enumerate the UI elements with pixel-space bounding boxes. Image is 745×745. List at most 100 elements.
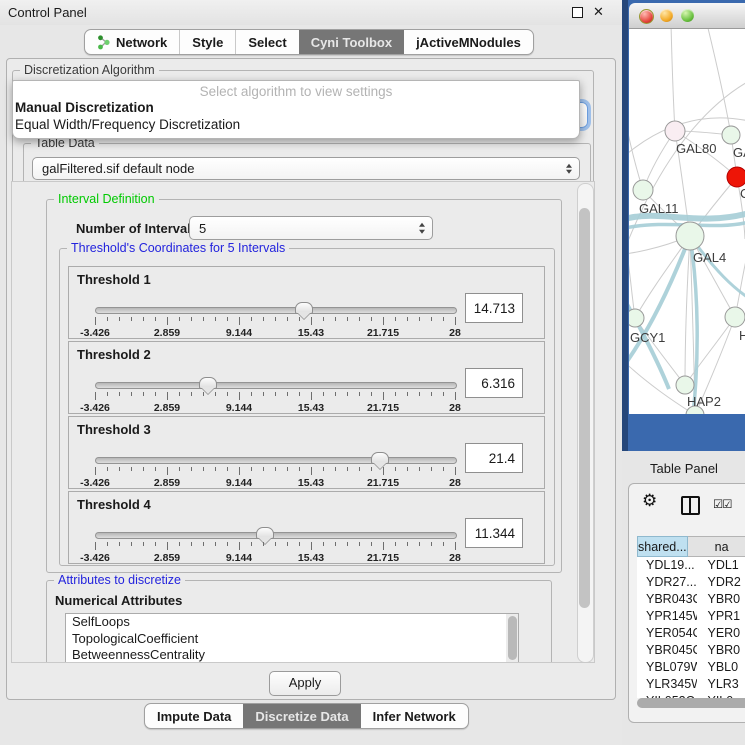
table-row[interactable]: YDR27...YDR2 [637,574,745,591]
split-columns-icon[interactable] [681,496,700,515]
tab-style[interactable]: Style [179,30,235,54]
table-row[interactable]: YDL19...YDL1 [637,557,745,574]
tab-jactivemnodules[interactable]: jActiveMNodules [404,30,533,54]
cell-shared-name[interactable]: YBR043C [637,591,697,608]
threshold-3-value[interactable]: 21.4 [465,443,523,473]
slider-track[interactable] [95,307,457,314]
cell-name[interactable]: YER0 [697,625,745,642]
cell-shared-name[interactable]: YLR345W [637,676,697,693]
number-of-intervals-combobox[interactable]: 5 [189,216,433,240]
cell-shared-name[interactable]: YDR27... [637,574,697,591]
tab-infer-network[interactable]: Infer Network [361,704,468,728]
number-of-intervals-label: Number of Intervals [76,221,198,236]
cell-name[interactable]: YBR0 [697,642,745,659]
network-edge[interactable] [635,236,690,318]
threshold-4-slider[interactable]: -3.4262.8599.14415.4321.71528 [95,528,455,562]
network-edge[interactable] [629,229,635,318]
slider-tick-labels: -3.4262.8599.14415.4321.71528 [95,477,455,489]
network-node-hap2[interactable] [676,376,694,394]
table-row[interactable]: YBR043CYBR0 [637,591,745,608]
cell-shared-name[interactable]: YPR145W [637,608,697,625]
table-row[interactable]: YPR145WYPR1 [637,608,745,625]
list-scrollbar-thumb[interactable] [508,616,517,660]
horizontal-scrollbar-thumb[interactable] [637,698,745,708]
column-header-name[interactable]: na [688,536,745,557]
threshold-4-value[interactable]: 11.344 [465,518,523,548]
network-node-h[interactable] [725,307,745,327]
network-node-gal80[interactable] [665,121,685,141]
cell-name[interactable]: YPR1 [697,608,745,625]
slider-thumb[interactable] [371,452,389,464]
vertical-scrollbar[interactable] [577,183,594,663]
network-window-titlebar[interactable] [629,3,745,29]
tab-select[interactable]: Select [235,30,298,54]
tab-cyni-toolbox[interactable]: Cyni Toolbox [299,30,404,54]
cell-shared-name[interactable]: YDL19... [637,557,697,574]
gear-icon[interactable]: ⚙ [642,491,657,511]
float-window-icon[interactable] [572,7,583,18]
cell-shared-name[interactable]: YBR045C [637,642,697,659]
list-scrollbar[interactable] [506,614,518,663]
panel-title: Control Panel [8,5,87,20]
network-node-c[interactable] [727,167,745,187]
slider-thumb[interactable] [256,527,274,539]
algorithm-option-equal-width[interactable]: Equal Width/Frequency Discretization [13,116,579,133]
control-panel: Control Panel ✕ Network Style Select Cyn… [0,0,622,745]
table-row[interactable]: YER054CYER0 [637,625,745,642]
network-node-gcy1[interactable] [629,309,644,327]
settings-scroll-area: Interval Definition Number of Intervals … [11,181,595,663]
mac-close-button[interactable] [639,9,654,24]
horizontal-scrollbar[interactable] [637,698,745,708]
network-edge[interactable] [629,99,643,190]
attribute-item[interactable]: BetweennessCentrality [66,647,518,663]
slider-thumb[interactable] [199,377,217,389]
network-node-ga[interactable] [722,126,740,144]
algorithm-option-manual[interactable]: Manual Discretization [13,99,579,116]
cell-name[interactable]: YDR2 [697,574,745,591]
cell-shared-name[interactable]: YER054C [637,625,697,642]
network-edge[interactable] [707,29,731,135]
slider-ticks [95,392,455,401]
cell-name[interactable]: YLR3 [697,676,745,693]
attribute-item[interactable]: TopologicalCoefficient [66,631,518,648]
cell-name[interactable]: YBR0 [697,591,745,608]
vertical-scrollbar-thumb[interactable] [579,208,590,608]
network-edge[interactable] [635,318,685,385]
column-header-shared-name[interactable]: shared... [637,536,688,557]
table-data-combobox[interactable]: galFiltered.sif default node [32,157,580,180]
mac-zoom-button[interactable] [681,9,694,22]
network-canvas[interactable]: GAL80GACGAL11GAL4GCY1HHAP2 [629,29,745,414]
threshold-2-slider[interactable]: -3.4262.8599.14415.4321.71528 [95,378,455,412]
slider-track[interactable] [95,382,457,389]
threshold-2-panel: Threshold 2 -3.4262.8599.14415.4321.7152… [68,341,545,414]
network-node-gal11[interactable] [633,180,653,200]
apply-button[interactable]: Apply [269,671,341,696]
table-row[interactable]: YBR045CYBR0 [637,642,745,659]
network-window-frame: GAL80GACGAL11GAL4GCY1HHAP2 [629,3,745,414]
threshold-1-value[interactable]: 14.713 [465,293,523,323]
tab-network[interactable]: Network [85,30,179,54]
table-row[interactable]: YBL079WYBL0 [637,659,745,676]
tab-discretize-data[interactable]: Discretize Data [243,704,360,728]
network-edge-highlighted[interactable] [629,236,690,367]
slider-track[interactable] [95,532,457,539]
node-attribute-table[interactable]: shared... na YDL19...YDL1YDR27...YDR2YBR… [637,536,745,698]
column-select-icon[interactable]: ☑☑ [713,497,732,511]
network-node-gal4[interactable] [676,222,704,250]
network-edge[interactable] [685,236,690,385]
cell-shared-name[interactable]: YBL079W [637,659,697,676]
threshold-3-slider[interactable]: -3.4262.8599.14415.4321.71528 [95,453,455,487]
threshold-1-slider[interactable]: -3.4262.8599.14415.4321.71528 [95,303,455,337]
mac-minimize-button[interactable] [660,9,673,22]
close-icon[interactable]: ✕ [593,4,604,20]
attribute-item[interactable]: SelfLoops [66,614,518,631]
numerical-attributes-list[interactable]: SelfLoopsTopologicalCoefficientBetweenne… [65,613,519,663]
slider-track[interactable] [95,457,457,464]
tab-impute-data[interactable]: Impute Data [145,704,243,728]
cell-name[interactable]: YBL0 [697,659,745,676]
table-row[interactable]: YLR345WYLR3 [637,676,745,693]
cell-name[interactable]: YDL1 [697,557,745,574]
slider-thumb[interactable] [295,302,313,314]
network-edge[interactable] [671,29,675,131]
threshold-2-value[interactable]: 6.316 [465,368,523,398]
